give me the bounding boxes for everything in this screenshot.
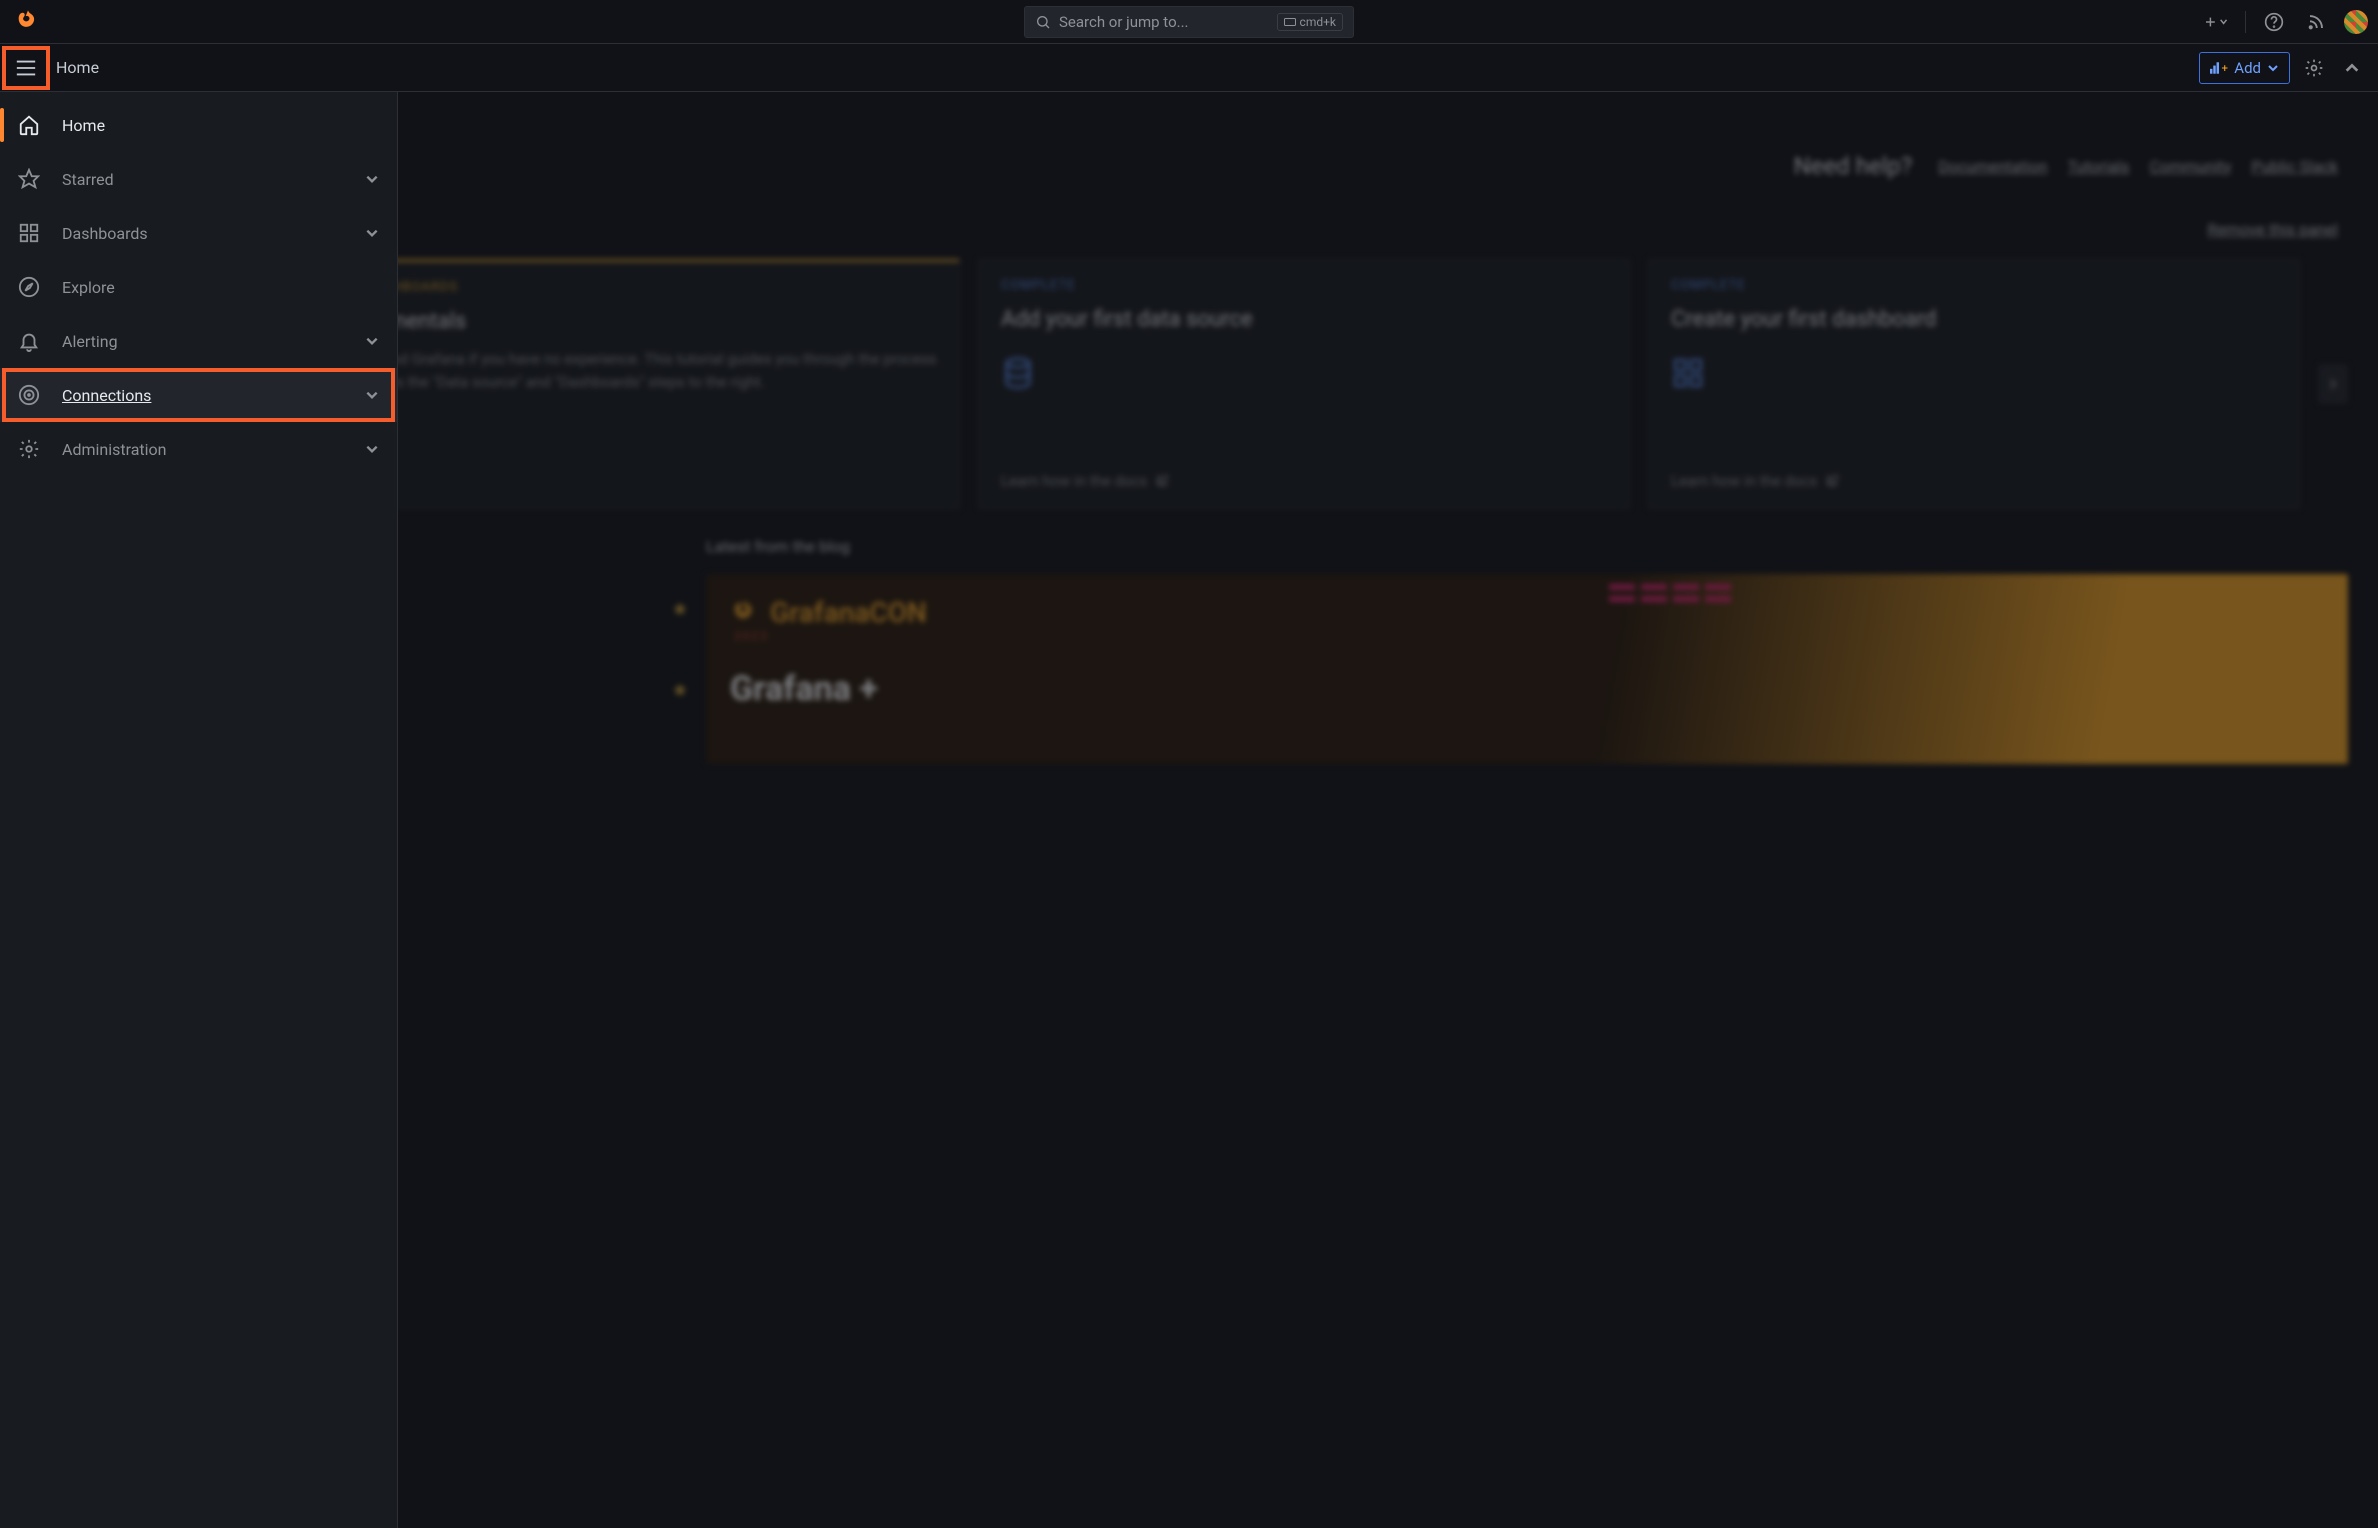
- card-footer-link[interactable]: Learn how in the docs: [1671, 456, 2277, 490]
- grafana-logo-icon[interactable]: [14, 8, 42, 36]
- bell-icon: [18, 330, 40, 352]
- sidebar-item-starred[interactable]: Starred: [0, 152, 397, 206]
- help-row: Need help? Documentation Tutorials Commu…: [438, 152, 2338, 180]
- chevron-down-icon: [365, 172, 379, 186]
- chevron-down-icon: [365, 442, 379, 456]
- card-title: fundamentals: [398, 309, 937, 334]
- hamburger-icon: [15, 59, 37, 77]
- main-content: Need help? Documentation Tutorials Commu…: [398, 92, 2378, 1528]
- help-link-documentation[interactable]: Documentation: [1938, 157, 2047, 176]
- sidebar-item-explore[interactable]: Explore: [0, 260, 397, 314]
- help-link-tutorials[interactable]: Tutorials: [2067, 157, 2129, 176]
- sidebar-item-connections[interactable]: Connections: [0, 368, 397, 422]
- sidebar-item-alerting[interactable]: Alerting: [0, 314, 397, 368]
- chevron-down-icon: [365, 226, 379, 240]
- scroll-right-button[interactable]: [2318, 364, 2348, 404]
- star-icon: ★: [672, 680, 688, 701]
- external-link-icon: [1155, 474, 1169, 488]
- search-placeholder: Search or jump to...: [1059, 13, 1269, 31]
- dashboards-icon: [18, 222, 40, 244]
- apps-icon: [1671, 356, 2277, 390]
- topbar: Search or jump to... cmd+k: [0, 0, 2378, 44]
- external-link-icon: [1825, 474, 1839, 488]
- card-eyebrow: COMPLETE: [1001, 278, 1607, 293]
- gear-icon: [18, 438, 40, 460]
- sidebar-item-label: Administration: [62, 440, 343, 459]
- connections-icon: [18, 384, 40, 406]
- blog-banner-brand: GrafanaCON: [770, 596, 927, 629]
- sidebar-item-label: Alerting: [62, 332, 343, 351]
- blog-banner-year: 2023: [734, 629, 2324, 643]
- add-menu-button[interactable]: [2203, 8, 2231, 36]
- breadcrumb-bar: Home + Add: [0, 44, 2378, 92]
- star-icon: [18, 168, 40, 190]
- card-fundamentals[interactable]: AND DASHBOARDS fundamentals Understand G…: [398, 259, 960, 509]
- search-icon: [1035, 14, 1051, 30]
- card-eyebrow: COMPLETE: [1671, 278, 2277, 293]
- user-avatar[interactable]: [2344, 10, 2368, 34]
- card-footer-link[interactable]: Learn how in the docs: [1001, 456, 1607, 490]
- decorative-bars: [1609, 584, 1731, 602]
- menu-toggle-button[interactable]: [2, 46, 50, 90]
- blog-section-title: Latest from the blog: [706, 537, 2348, 556]
- database-icon: [1001, 356, 1607, 390]
- chevron-down-icon: [2267, 62, 2279, 74]
- star-icon: ★: [672, 599, 688, 620]
- sidebar-item-label: Home: [62, 116, 379, 135]
- sidebar-item-label: Explore: [62, 278, 379, 297]
- card-body: Understand Grafana if you have no experi…: [398, 348, 937, 393]
- sidebar-item-label: Dashboards: [62, 224, 343, 243]
- help-link-slack[interactable]: Public Slack: [2251, 157, 2338, 176]
- sidebar-item-label: Connections: [62, 386, 343, 405]
- sidebar-item-administration[interactable]: Administration: [0, 422, 397, 476]
- onboarding-cards: AND DASHBOARDS fundamentals Understand G…: [428, 259, 2348, 509]
- settings-icon[interactable]: [2300, 54, 2328, 82]
- divider: [2245, 11, 2246, 33]
- home-icon: [18, 114, 40, 136]
- rss-icon[interactable]: [2302, 8, 2330, 36]
- sidebar-item-label: Starred: [62, 170, 343, 189]
- panel-add-icon: +: [2210, 61, 2228, 75]
- help-link-community[interactable]: Community: [2149, 157, 2231, 176]
- card-title: Create your first dashboard: [1671, 307, 2277, 332]
- collapse-icon[interactable]: [2338, 54, 2366, 82]
- search-kbd-hint: cmd+k: [1277, 13, 1343, 31]
- blog-banner-headline: Grafana +: [730, 669, 2324, 709]
- remove-panel-link[interactable]: Remove this panel: [2207, 220, 2338, 239]
- help-question: Need help?: [1794, 152, 1913, 180]
- add-button[interactable]: + Add: [2199, 52, 2290, 84]
- sidebar-nav: Home Starred Dashboards Explore Alerting…: [0, 92, 398, 1528]
- chevron-down-icon: [365, 334, 379, 348]
- grafana-logo-icon: [730, 598, 760, 628]
- search-input[interactable]: Search or jump to... cmd+k: [1024, 6, 1354, 38]
- sidebar-item-dashboards[interactable]: Dashboards: [0, 206, 397, 260]
- card-dashboard[interactable]: COMPLETE Create your first dashboard Lea…: [1648, 259, 2300, 509]
- sidebar-item-home[interactable]: Home: [0, 98, 397, 152]
- card-eyebrow: AND DASHBOARDS: [398, 280, 937, 295]
- card-title: Add your first data source: [1001, 307, 1607, 332]
- blog-banner[interactable]: GrafanaCON 2023 Grafana +: [706, 574, 2348, 764]
- help-icon[interactable]: [2260, 8, 2288, 36]
- starred-list: ★ ★: [428, 529, 688, 764]
- add-button-label: Add: [2234, 59, 2261, 77]
- breadcrumb-title: Home: [56, 58, 99, 77]
- chevron-down-icon: [365, 388, 379, 402]
- card-datasource[interactable]: COMPLETE Add your first data source Lear…: [978, 259, 1630, 509]
- svg-text:+: +: [2222, 61, 2229, 75]
- chevron-right-icon: [2327, 378, 2339, 390]
- compass-icon: [18, 276, 40, 298]
